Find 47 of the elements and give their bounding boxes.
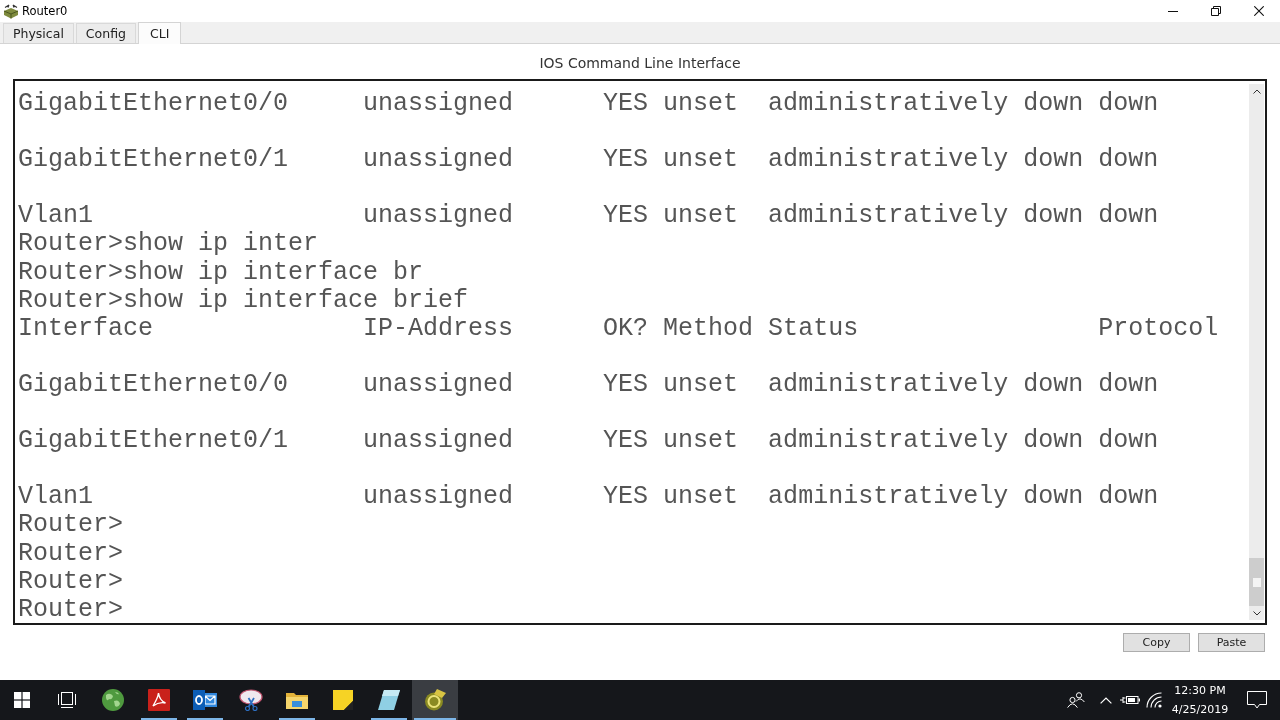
- tab[interactable]: Config: [75, 23, 136, 43]
- round-app-icon: [424, 689, 446, 711]
- terminal-line: GigabitEthernet0/1 unassigned YES unset administratively down down: [18, 427, 1159, 458]
- terminal-line: Router>: [18, 567, 124, 596]
- notepad-icon: [378, 690, 400, 710]
- globe-icon: [102, 689, 124, 711]
- terminal-line: Vlan1 unassigned YES unset administratively down down: [18, 483, 1159, 512]
- tab[interactable]: CLI: [137, 22, 182, 44]
- copy-button[interactable]: Copy: [1123, 633, 1190, 652]
- arrow-down-icon[interactable]: [1252, 610, 1261, 616]
- terminal-line: Router>show ip interface br: [18, 258, 424, 287]
- sticky-note-icon: [333, 690, 353, 710]
- terminal-line: GigabitEthernet0/0 unassigned YES unset administratively down down: [18, 370, 1159, 401]
- window-title: Router0: [22, 4, 68, 18]
- minimize-icon: [1167, 10, 1178, 12]
- terminal-line: Router>show ip inter: [18, 230, 319, 259]
- people-icon[interactable]: [1067, 692, 1085, 708]
- notification-icon[interactable]: [1247, 691, 1267, 709]
- folder-icon: [286, 691, 308, 709]
- scrollbar[interactable]: [1249, 84, 1264, 620]
- battery-icon[interactable]: [1120, 694, 1140, 706]
- arrow-up-icon[interactable]: [1252, 88, 1261, 94]
- four-panes-icon: [14, 692, 30, 708]
- scissors-icon: [239, 689, 263, 711]
- terminal-line: Router>: [18, 595, 124, 624]
- taskbar-button[interactable]: [412, 680, 458, 720]
- close-icon: [1253, 6, 1264, 16]
- paste-button[interactable]: Paste: [1198, 633, 1265, 652]
- wifi-icon[interactable]: [1146, 692, 1162, 708]
- router-icon: [3, 3, 19, 19]
- chevron-up-icon[interactable]: [1100, 696, 1112, 704]
- terminal-line: GigabitEthernet0/0 unassigned YES unset administratively down down: [18, 90, 1159, 120]
- swoosh-tile-icon: [148, 689, 170, 711]
- terminal-line: Router>: [18, 511, 124, 540]
- terminal-line: GigabitEthernet0/1 unassigned YES unset administratively down down: [18, 146, 1159, 177]
- restore-icon: [1210, 6, 1221, 16]
- clock-date: 4/25/2019: [1171, 702, 1229, 718]
- tab[interactable]: Physical: [3, 23, 74, 43]
- mail-tile-icon: [193, 690, 217, 710]
- clock-time: 12:30 PM: [1174, 683, 1226, 699]
- panel-title: IOS Command Line Interface: [539, 54, 741, 73]
- terminal-line: Router>: [18, 539, 124, 568]
- terminal-line: Interface IP-Address OK? Method Status Protocol: [18, 314, 1219, 345]
- terminal-line: Router>show ip interface brief: [18, 286, 469, 315]
- terminal-line: Vlan1 unassigned YES unset administratively down down: [18, 202, 1159, 231]
- scrollbar-thumb[interactable]: [1249, 558, 1264, 606]
- task-view-icon: [58, 692, 76, 708]
